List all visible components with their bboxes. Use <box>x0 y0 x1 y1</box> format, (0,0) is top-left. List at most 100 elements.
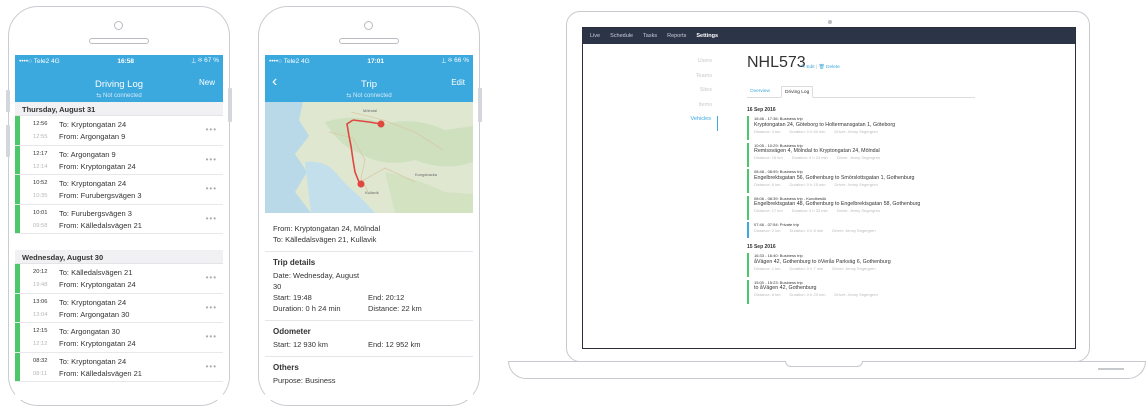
vehicle-tabs: Overview Driving Log <box>747 84 975 98</box>
nav-item-reports[interactable]: Reports <box>667 33 686 39</box>
trip-route: Engelbrektsgatan 48, Gothenburg to Engel… <box>754 201 921 207</box>
trip-start-time: 10:35 <box>33 193 48 199</box>
sidebar-item-teams[interactable]: Teams <box>583 73 718 88</box>
trip-distance: Distance: 1 km <box>754 265 781 271</box>
sidebar-item-items[interactable]: Items <box>583 102 718 117</box>
trip-start-time: 12:12 <box>33 341 48 347</box>
sidebar-item-sites[interactable]: Sites <box>583 87 718 102</box>
side-button <box>6 125 10 157</box>
trip-start-time: 12:14 <box>33 163 48 170</box>
settings-sidebar: Users Teams Sites Items Vehicles <box>583 58 718 131</box>
trip-row[interactable]: 12:15 12:12 To: Argongatan 30 From: Krypton… <box>15 323 223 353</box>
tab-overview[interactable]: Overview <box>747 86 773 98</box>
trip-row[interactable]: 10:01 09:58 To: Furubergsvägen 3 From: Käll… <box>15 204 223 234</box>
trip-distance: Distance: 17 km <box>754 208 783 213</box>
trip-end-time: 13:06 <box>33 298 48 305</box>
trip-end-time: 12:56 <box>33 121 48 127</box>
trip-meta: Distance: 6 km Duration: 0 h 15 min Driver… <box>754 182 975 188</box>
trip-route: Kryptongatan 24, Göteborg to Holtermansg… <box>754 121 896 128</box>
laptop-camera <box>828 20 832 24</box>
driving-log-entry[interactable]: 07:46 - 07:54: Private trip Distance: 2 k… <box>747 222 975 239</box>
sidebar-item-vehicles[interactable]: Vehicles <box>583 116 718 131</box>
from-address: From: Kryptongatan 24, Mölndal <box>273 224 381 233</box>
trip-duration: Duration: 0 h 8 min <box>789 227 824 233</box>
clock: 16:58 <box>117 57 134 65</box>
map-graphic <box>265 102 473 213</box>
battery-indicator: ⟂ ✻ 67 % <box>191 57 219 64</box>
edit-button[interactable]: Edit <box>451 78 465 87</box>
tab-driving-log[interactable]: Driving Log <box>781 86 814 98</box>
more-options-icon[interactable]: ••• <box>206 362 217 371</box>
nav-item-live[interactable]: Live <box>590 33 600 39</box>
trip-row[interactable]: 08:32 08:11 To: Kryptongatan 24 From: Källe… <box>15 352 223 382</box>
connection-status: ⇆ Not connected <box>346 93 392 99</box>
nav-bar: Driving Log New ⇆ Not connected <box>15 67 223 102</box>
more-options-icon[interactable]: ••• <box>206 155 217 164</box>
earpiece <box>89 38 149 44</box>
driving-log-entry[interactable]: 15:00 - 15:23: Business trip to åVägen 42… <box>747 279 975 305</box>
trip-start-time: 09:58 <box>33 222 48 229</box>
driving-log-entry[interactable]: 10:05 - 10:29: Business trip Remissvägen … <box>747 142 975 168</box>
driving-log-entry[interactable]: 08:06 - 08:39: Business trip - Kundbesök… <box>747 195 975 221</box>
trip-distance: Distance: 6 km <box>754 181 781 187</box>
trip-end-time: 20:12 <box>33 269 48 275</box>
trip-destination: To: Kryptongatan 24 <box>59 120 127 129</box>
trip-date: Date: Wednesday, August 30 <box>273 271 360 291</box>
trip-row[interactable]: 10:52 10:35 To: Kryptongatan 24 From: Furub… <box>15 175 223 205</box>
section-heading: Others <box>273 363 299 372</box>
trip-route: Remissvägen 4, Mölndal to Kryptongatan 2… <box>754 148 880 154</box>
driving-log-entry[interactable]: 08:48 - 08:59: Business trip Engelbrektsg… <box>747 169 975 194</box>
driving-log-entry[interactable]: 16:46 - 17:36: Business trip Kryptongatan… <box>747 116 975 141</box>
trip-purpose: Purpose: Business <box>273 376 336 385</box>
to-address: To: Källedalsvägen 21, Kullavik <box>273 235 377 244</box>
odometer-section: Odometer Start: 12 930 km End: 12 952 km <box>265 321 473 357</box>
clock: 17:01 <box>367 57 384 65</box>
nav-bar: ‹ Trip Edit ⇆ Not connected <box>265 67 473 102</box>
more-options-icon[interactable]: ••• <box>206 273 217 282</box>
laptop-notch <box>785 361 863 367</box>
trip-origin: From: Kryptongatan 24 <box>59 161 136 171</box>
trip-destination: To: Argongatan 9 <box>59 149 116 159</box>
connection-status: ⇆ Not connected <box>96 93 142 99</box>
more-options-icon[interactable]: ••• <box>206 303 217 312</box>
driving-log-screen: ••••○ Tele2 4G 16:58 ⟂ ✻ 67 % Driving Lo… <box>15 55 223 400</box>
trip-driver: Driver: Jenny Segergren <box>836 155 881 160</box>
trip-row[interactable]: 13:06 13:04 To: Kryptongatan 24 From: Argon… <box>15 293 223 323</box>
trip-driver: Driver: Jenny Segergren <box>832 227 876 233</box>
nav-item-settings[interactable]: Settings <box>696 33 718 39</box>
trip-end-time: 12:15 <box>33 328 48 334</box>
trip-end-time: 08:32 <box>33 357 48 364</box>
trip-row[interactable]: 12:56 12:55 To: Kryptongatan 24 From: Argon… <box>15 116 223 146</box>
trip-origin: From: Argongatan 30 <box>59 309 130 319</box>
more-options-icon[interactable]: ••• <box>206 332 217 341</box>
new-button[interactable]: New <box>199 78 215 87</box>
nav-item-tasks[interactable]: Tasks <box>643 33 657 39</box>
trip-end-time: 10:01 <box>33 209 48 216</box>
trip-route: to åVägen 42, Gothenburg <box>754 285 817 291</box>
trip-route: Engelbrektsgatan 56, Gothenburg to Smörs… <box>754 174 915 181</box>
sidebar-item-users[interactable]: Users <box>583 58 718 73</box>
edit-link[interactable]: ✎ Edit <box>801 65 815 70</box>
driving-log-entry[interactable]: 16:33 - 16:40: Business trip åVägen 42, G… <box>747 253 975 278</box>
laptop-screen: Live Schedule Tasks Reports Settings Users Te… <box>582 27 1076 349</box>
trip-list: Thursday, August 31 12:56 12:55 To: Krypton… <box>15 102 223 382</box>
trip-start-time: 12:55 <box>33 134 48 140</box>
trip-meta: Distance: 1 km Duration: 0 h 7 min Driver:… <box>754 266 975 272</box>
laptop-base-detail <box>1098 368 1124 370</box>
trip-row[interactable]: 20:12 19:48 To: Källedalsvägen 21 From: Kry… <box>15 264 223 294</box>
section-heading: Trip details <box>273 258 316 267</box>
trip-type-indicator <box>747 116 749 140</box>
trip-driver: Driver: Jenny Segergren <box>834 292 878 297</box>
nav-item-schedule[interactable]: Schedule <box>610 33 633 39</box>
more-options-icon[interactable]: ••• <box>206 214 217 223</box>
more-options-icon[interactable]: ••• <box>206 184 217 193</box>
status-bar: ••••○ Tele2 4G 16:58 ⟂ ✻ 67 % <box>15 55 223 67</box>
route-map[interactable]: Mölndal Kungsbacka Kullavik <box>265 102 473 213</box>
odometer-end: End: 12 952 km <box>368 340 421 349</box>
delete-link[interactable]: 🗑 Delete <box>819 65 840 70</box>
trip-end-time: 12:17 <box>33 150 48 157</box>
trip-row[interactable]: 12:17 12:14 To: Argongatan 9 From: Kryptong… <box>15 145 223 175</box>
front-camera <box>114 21 123 30</box>
trip-duration: Duration: 0 h 24 min <box>791 155 828 160</box>
more-options-icon[interactable]: ••• <box>206 125 217 134</box>
